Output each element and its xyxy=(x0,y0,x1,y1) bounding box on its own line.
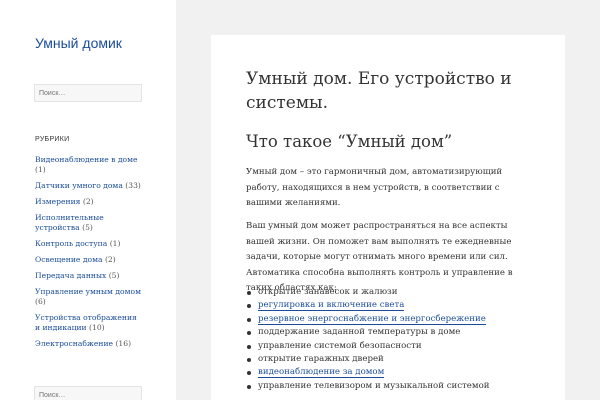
category-link[interactable]: Электроснабжение xyxy=(35,339,113,348)
category-item: Электроснабжение (16) xyxy=(35,339,141,349)
category-link[interactable]: Датчики умного дома xyxy=(35,181,123,190)
category-item: Управление умным домом (6) xyxy=(35,287,141,307)
list-item-text: поддержание заданной температуры в доме xyxy=(258,327,461,338)
category-count: (1) xyxy=(109,239,121,248)
search-input-secondary[interactable] xyxy=(34,386,142,400)
list-item-text: управление системой безопасности xyxy=(258,340,422,351)
category-item: Измерения (2) xyxy=(35,197,141,207)
list-item-link[interactable]: регулировка и включение света xyxy=(258,300,405,312)
category-item: Контроль доступа (1) xyxy=(35,239,141,249)
category-count: (10) xyxy=(89,323,105,332)
category-item: Передача данных (5) xyxy=(35,271,141,281)
list-item: открытие гаражных дверей xyxy=(246,353,546,366)
category-count: (2) xyxy=(82,197,94,206)
paragraph-intro: Умный дом – это гармоничный дом, автомат… xyxy=(246,167,503,208)
categories-list: Видеонаблюдение в доме (1) Датчики умног… xyxy=(35,155,141,355)
category-link[interactable]: Контроль доступа xyxy=(35,239,107,248)
site-title[interactable]: Умный домик xyxy=(35,35,122,51)
category-link[interactable]: Освещение дома xyxy=(35,255,103,264)
category-count: (6) xyxy=(35,297,46,306)
list-item: открытие занавесок и жалюзи xyxy=(246,286,546,299)
list-item: поддержание заданной температуры в доме xyxy=(246,326,546,339)
category-item: Датчики умного дома (33) xyxy=(35,181,141,191)
list-item: видеонаблюдение за домом xyxy=(246,366,546,379)
list-item-text: управление телевизором и музыкальной сис… xyxy=(258,380,490,391)
category-link[interactable]: Устройства отображения и индикации xyxy=(35,313,137,332)
category-item: Исполнительные устройства (5) xyxy=(35,213,141,233)
category-count: (33) xyxy=(125,181,141,190)
list-item-link[interactable]: видеонаблюдение за домом xyxy=(258,367,385,379)
category-count: (16) xyxy=(115,339,132,348)
feature-list: открытие занавесок и жалюзи регулировка … xyxy=(246,286,546,393)
category-link[interactable]: Видеонаблюдение в доме xyxy=(35,155,138,164)
post-title: Умный дом. Его устройство и системы. xyxy=(246,69,512,113)
category-count: (2) xyxy=(104,255,116,264)
category-link[interactable]: Управление умным домом xyxy=(35,287,141,296)
list-item: регулировка и включение света xyxy=(246,299,546,312)
category-link[interactable]: Измерения xyxy=(35,197,80,206)
list-item: управление телевизором и музыкальной сис… xyxy=(246,380,546,393)
category-item: Устройства отображения и индикации (10) xyxy=(35,313,141,333)
search-input[interactable] xyxy=(34,84,142,102)
category-item: Освещение дома (2) xyxy=(35,255,141,265)
list-item: управление системой безопасности xyxy=(246,340,546,353)
category-item: Видеонаблюдение в доме (1) xyxy=(35,155,141,175)
category-link[interactable]: Исполнительные устройства xyxy=(35,213,104,232)
list-item-link[interactable]: резервное энергоснабжение и энергосбереж… xyxy=(258,313,486,325)
categories-heading: РУБРИКИ xyxy=(35,136,70,143)
sidebar: Умный домик РУБРИКИ Видеонаблюдение в до… xyxy=(0,0,176,400)
paragraph-areas: Ваш умный дом может распространяться на … xyxy=(246,221,513,293)
list-item: резервное энергоснабжение и энергосбереж… xyxy=(246,313,546,326)
list-item-text: открытие гаражных дверей xyxy=(258,354,384,365)
category-count: (5) xyxy=(108,271,120,280)
article-panel: Умный дом. Его устройство и системы. Что… xyxy=(211,35,565,400)
section-heading: Что такое “Умный дом” xyxy=(246,132,453,151)
category-link[interactable]: Передача данных xyxy=(35,271,106,280)
category-count: (1) xyxy=(35,165,46,174)
list-item-text: открытие занавесок и жалюзи xyxy=(258,287,398,297)
category-count: (5) xyxy=(82,223,93,232)
